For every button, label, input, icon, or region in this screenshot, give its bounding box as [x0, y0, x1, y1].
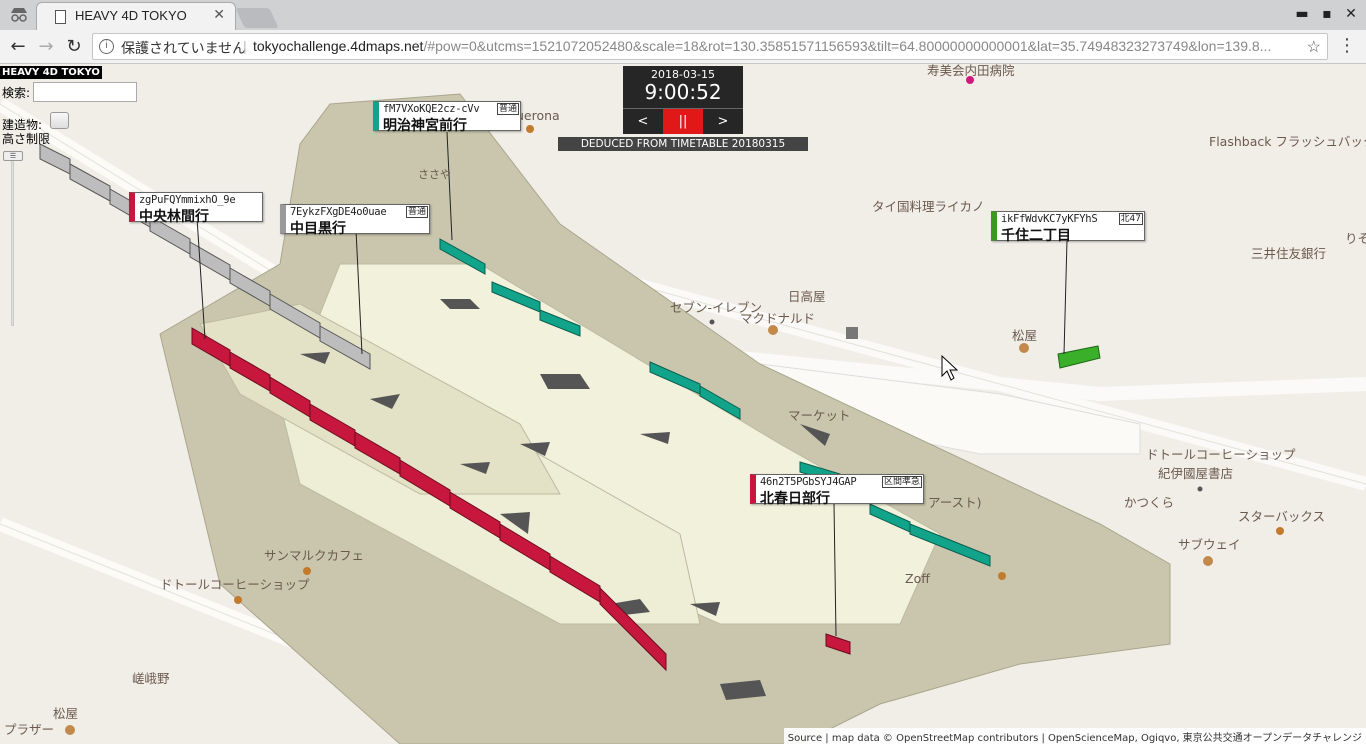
map-label-ri: りそ — [1345, 231, 1366, 246]
timetable-source-banner: DEDUCED FROM TIMETABLE 20180315 — [558, 137, 808, 151]
forward-arrow-icon[interactable]: → — [34, 36, 58, 57]
separator: | — [243, 38, 247, 54]
map-label-hidakaya: 日高屋 — [788, 289, 826, 304]
prev-button[interactable]: < — [623, 108, 663, 134]
map-label-tai: タイ国料理ライカノ — [872, 199, 985, 214]
map-viewport[interactable]: 寿美会内田病院 uerona ささや Flashback フラッシュバック タイ… — [0, 64, 1366, 744]
map-label-doutor-1: ドトールコーヒーショップ — [1146, 447, 1296, 462]
map-label-sasaya: ささや — [418, 168, 451, 181]
building-label-line1: 建造物: — [2, 118, 43, 132]
train-destination: 明治神宮前行 — [383, 118, 467, 134]
url-text: tokyochallenge.4dmaps.net/#pow=0&utcms=1… — [253, 38, 1293, 54]
minimize-button[interactable]: ▬ — [1292, 6, 1312, 22]
info-icon[interactable]: i — [99, 39, 114, 54]
bus-route-badge: 北47 — [1118, 213, 1143, 225]
map-label-sanmaru: サンマルクカフェ — [264, 548, 365, 563]
close-window-button[interactable]: ✕ — [1341, 6, 1361, 22]
map-label-zoff: Zoff — [905, 571, 930, 586]
browser-toolbar: ← → ↻ i 保護されていません | tokyochallenge.4dmap… — [0, 30, 1366, 64]
map-label-uerona: uerona — [516, 108, 560, 123]
map-label-matsuya-2: 松屋 — [53, 706, 79, 721]
bookmark-star-icon[interactable]: ☆ — [1307, 37, 1321, 57]
search-label: 検索: — [2, 86, 31, 100]
clock-time: 9:00:52 — [644, 80, 722, 104]
building-label-line2: 高さ制限 — [2, 132, 51, 146]
browser-titlebar: HEAVY 4D TOKYO ✕ ▬ ▪ ✕ — [0, 0, 1366, 30]
back-arrow-icon[interactable]: ← — [6, 36, 30, 57]
map-label-mcd: マクドナルド — [740, 311, 816, 326]
train-tag-nakameguro[interactable]: 7EykzFXgDE4o0uae 普通 中目黒行 — [280, 204, 430, 237]
train-tag-kitakasukabe[interactable]: 46n2T5PGbSYJ4GAP 区間準急 北春日部行 — [750, 474, 924, 507]
tab-title: HEAVY 4D TOKYO — [75, 8, 187, 23]
train-id: 46n2T5PGbSYJ4GAP — [760, 476, 857, 488]
search-input[interactable] — [33, 82, 137, 102]
app-title: HEAVY 4D TOKYO — [0, 66, 102, 79]
map-label-kinokuniya: 紀伊國屋書店 — [1158, 466, 1234, 481]
security-status: 保護されていません — [121, 40, 247, 56]
map-label-easto: アースト) — [928, 495, 982, 510]
map-label-plaza: プラザー — [4, 722, 55, 737]
train-destination: 北春日部行 — [760, 491, 830, 507]
address-bar[interactable]: i 保護されていません | tokyochallenge.4dmaps.net/… — [92, 33, 1328, 60]
incognito-icon — [8, 6, 30, 24]
train-id: 7EykzFXgDE4o0uae — [290, 206, 387, 218]
train-id: fM7VXoKQE2cz-cVv — [383, 103, 480, 115]
train-kind-badge: 普通 — [405, 206, 428, 218]
map-label-doutor-2: ドトールコーヒーショップ — [160, 577, 310, 592]
reload-icon[interactable]: ↻ — [62, 36, 86, 57]
train-tag-chuorinkan[interactable]: zgPuFQYmmixhO_9e 中央林間行 — [129, 192, 263, 225]
train-id: zgPuFQYmmixhO_9e — [139, 194, 236, 206]
train-destination: 中央林間行 — [139, 209, 209, 225]
map-attribution[interactable]: Source | map data © OpenStreetMap contri… — [783, 728, 1366, 744]
document-icon — [55, 10, 66, 24]
time-panel: 2018-03-15 9:00:52 < || > — [623, 66, 743, 134]
menu-dots-icon[interactable]: ⋮ — [1338, 35, 1356, 56]
train-kind-badge: 普通 — [496, 103, 519, 115]
map-label-mitsui: 三井住友銀行 — [1251, 246, 1327, 261]
map-canvas[interactable] — [0, 64, 1366, 744]
url-rest: /#pow=0&utcms=1521072052480&scale=18&rot… — [423, 38, 1272, 54]
map-label-starbucks: スターバックス — [1238, 509, 1326, 524]
height-slider-track[interactable] — [11, 156, 14, 326]
map-label-market: マーケット — [788, 408, 851, 423]
map-label-matsuya-1: 松屋 — [1012, 328, 1038, 343]
bus-id: ikFfWdvKC7yKFYhS — [1001, 213, 1098, 225]
building-label: 建造物: 高さ制限 — [2, 118, 50, 146]
train-tag-meiji[interactable]: fM7VXoKQE2cz-cVv 普通 明治神宮前行 — [373, 101, 521, 134]
map-label-sagano: 嵯峨野 — [132, 671, 170, 686]
height-slider-handle[interactable]: ☰ — [3, 151, 23, 161]
building-toggle[interactable] — [50, 112, 69, 129]
next-button[interactable]: > — [703, 108, 743, 134]
map-label-subway: サブウェイ — [1178, 537, 1241, 552]
map-label-flashback: Flashback フラッシュバック — [1209, 134, 1366, 149]
new-tab-button[interactable] — [235, 8, 279, 28]
browser-tab-active[interactable]: HEAVY 4D TOKYO ✕ — [36, 2, 236, 30]
pause-button[interactable]: || — [663, 108, 703, 134]
train-kind-badge: 区間準急 — [881, 476, 922, 488]
bus-destination: 千住二丁目 — [1001, 228, 1071, 244]
map-label-katsukura: かつくら — [1124, 495, 1175, 510]
url-domain: tokyochallenge.4dmaps.net — [253, 38, 424, 54]
train-destination: 中目黒行 — [290, 221, 346, 237]
tab-close-icon[interactable]: ✕ — [213, 7, 225, 23]
bus-tag-senju[interactable]: ikFfWdvKC7yKFYhS 北47 千住二丁目 — [991, 211, 1145, 244]
maximize-button[interactable]: ▪ — [1317, 6, 1337, 22]
map-label-kiyo: 寿美会内田病院 — [927, 64, 1015, 78]
